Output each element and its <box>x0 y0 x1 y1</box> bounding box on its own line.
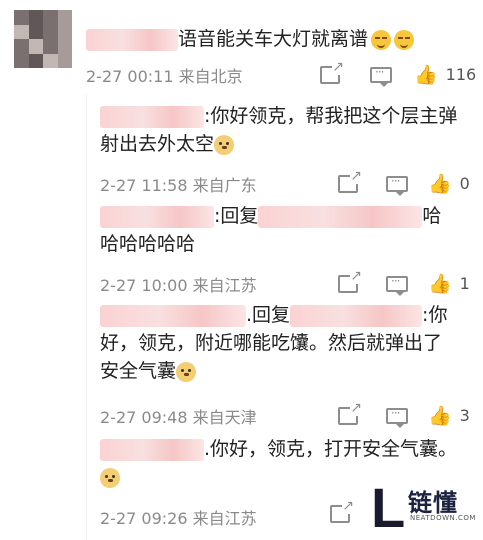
watermark-logo: L 链懂 NEATDOWN.COM <box>370 480 483 540</box>
logo-url: NEATDOWN.COM <box>410 514 476 522</box>
share-icon[interactable] <box>338 399 362 425</box>
comment-meta: 2-27 00:11 来自北京 <box>86 67 243 86</box>
blurred-username[interactable] <box>100 205 214 228</box>
thumbs-up-icon[interactable]: 👍 <box>428 172 452 195</box>
comment-text: 语音能关车大灯就离谱 <box>178 28 369 50</box>
thumbs-up-icon[interactable]: 👍 <box>428 272 452 295</box>
like-count: 3 <box>459 406 470 425</box>
comment-actions: 👍 116 <box>320 58 477 87</box>
blurred-username[interactable] <box>86 28 178 51</box>
comment-text-row: 语音能关车大灯就离谱 <box>86 24 415 51</box>
blurred-username[interactable] <box>100 438 204 461</box>
reply-4-actions <box>330 498 354 523</box>
blurred-username[interactable] <box>258 205 423 228</box>
blurred-username[interactable] <box>290 304 423 327</box>
doge-emoji-icon <box>176 361 197 382</box>
share-icon[interactable] <box>338 167 362 193</box>
reply-2-meta: 2-27 10:00 来自江苏 <box>100 276 257 295</box>
avatar[interactable] <box>14 10 72 68</box>
thumbs-up-icon[interactable]: 👍 <box>414 63 438 86</box>
blurred-username[interactable] <box>100 105 204 128</box>
like-count: 0 <box>459 174 470 193</box>
comment-icon[interactable] <box>370 65 392 87</box>
reply-4-meta: 2-27 09:26 来自江苏 <box>100 509 257 528</box>
logo-letter: L <box>371 476 406 539</box>
share-icon[interactable] <box>330 498 354 523</box>
comment-icon[interactable] <box>386 406 408 428</box>
emoji-icon <box>371 29 392 50</box>
reply-2-text: :回复哈 哈哈哈哈哈 <box>100 205 442 255</box>
reply-1-actions: 👍 0 <box>338 167 470 196</box>
comment-icon[interactable] <box>386 174 408 196</box>
reply-2-actions: 👍 1 <box>338 267 470 296</box>
reply-3-text: .回复:你 好，领克，附近哪能吃馕。然后就弹出了 安全气囊 <box>100 304 448 382</box>
share-icon[interactable] <box>338 267 362 293</box>
emoji-icon <box>394 29 415 50</box>
blurred-username[interactable] <box>100 304 246 327</box>
logo-name: 链懂 <box>408 489 458 517</box>
reply-3-actions: 👍 3 <box>338 399 470 428</box>
reply-1-meta: 2-27 11:58 来自广东 <box>100 176 257 195</box>
like-count: 116 <box>445 65 477 84</box>
thumbs-up-icon[interactable]: 👍 <box>428 404 452 427</box>
doge-emoji-icon <box>100 467 120 488</box>
comment-icon[interactable] <box>386 274 408 296</box>
share-icon[interactable] <box>320 58 344 84</box>
reply-1-text: :你好领克，帮我把这个层主弹 射出去外太空 <box>100 105 458 155</box>
doge-emoji-icon <box>214 134 235 155</box>
reply-3-meta: 2-27 09:48 来自天津 <box>100 408 257 427</box>
like-count: 1 <box>459 274 470 293</box>
